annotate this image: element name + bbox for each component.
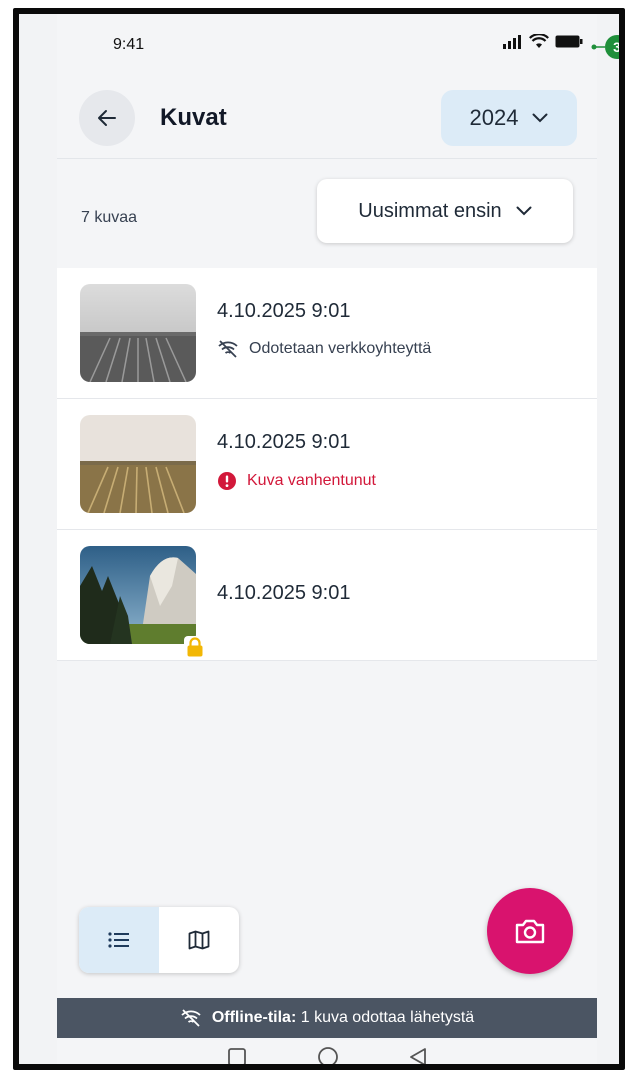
chevron-down-icon xyxy=(516,206,532,216)
list-icon xyxy=(108,932,129,948)
photo-thumbnail xyxy=(80,415,196,513)
offline-banner: Offline-tila: 1 kuva odottaa lähetystä xyxy=(57,998,597,1038)
battery-icon xyxy=(555,35,583,48)
photo-list: 4.10.2025 9:01 Odotetaan verkkoyhteyttä xyxy=(57,268,597,661)
photo-status-text: Kuva vanhentunut xyxy=(247,472,376,489)
recents-icon[interactable] xyxy=(227,1047,247,1067)
map-view-button[interactable] xyxy=(159,907,239,973)
camera-icon xyxy=(515,919,545,944)
list-view-button[interactable] xyxy=(79,907,159,973)
photo-count: 7 kuvaa xyxy=(81,209,138,226)
list-item[interactable]: 4.10.2025 9:01 Odotetaan verkkoyhteyttä xyxy=(57,268,597,399)
notification-badge: 3 xyxy=(591,34,621,65)
lock-icon xyxy=(187,637,203,657)
page-title: Kuvat xyxy=(160,104,227,131)
wifi-off-icon xyxy=(218,340,238,358)
photo-date: 4.10.2025 9:01 xyxy=(217,300,351,322)
system-nav-bar xyxy=(57,1038,597,1068)
wifi-off-icon xyxy=(181,1009,201,1027)
signal-icon xyxy=(503,34,521,49)
photo-thumbnail xyxy=(80,546,196,644)
year-selector[interactable]: 2024 xyxy=(441,90,577,146)
list-item[interactable]: 4.10.2025 9:01 Kuva vanhentunut xyxy=(57,399,597,530)
photo-date: 4.10.2025 9:01 xyxy=(217,582,351,604)
status-time: 9:41 xyxy=(113,36,145,53)
notification-count: 3 xyxy=(613,39,621,55)
photo-date: 4.10.2025 9:01 xyxy=(217,431,351,453)
chevron-down-icon xyxy=(532,113,548,123)
app-screen: 9:41 Kuvat 2024 7 kuvaa Uusimmat ensin 4… xyxy=(57,14,597,1064)
wifi-icon xyxy=(529,34,549,48)
status-bar: 9:41 xyxy=(57,14,597,76)
list-item[interactable]: 4.10.2025 9:01 xyxy=(57,530,597,661)
back-button[interactable] xyxy=(79,90,135,146)
error-icon xyxy=(218,472,236,490)
offline-text: 1 kuva odottaa lähetystä xyxy=(300,1009,475,1026)
status-icons xyxy=(503,34,583,49)
photo-status: Kuva vanhentunut xyxy=(217,471,376,491)
view-toggle xyxy=(79,907,239,973)
sort-label: Uusimmat ensin xyxy=(358,199,502,222)
photo-status: Odotetaan verkkoyhteyttä xyxy=(217,340,431,358)
map-icon xyxy=(188,930,210,950)
photo-status-text: Odotetaan verkkoyhteyttä xyxy=(249,340,432,357)
lock-badge xyxy=(184,636,206,658)
back-nav-icon[interactable] xyxy=(409,1047,427,1067)
sort-dropdown[interactable]: Uusimmat ensin xyxy=(317,179,573,243)
offline-label: Offline-tila: xyxy=(211,1009,297,1026)
home-icon[interactable] xyxy=(317,1046,339,1068)
phone-frame: 9:41 Kuvat 2024 7 kuvaa Uusimmat ensin 4… xyxy=(13,8,625,1070)
app-bar: Kuvat 2024 xyxy=(57,76,597,159)
arrow-left-icon xyxy=(98,110,116,126)
camera-button[interactable] xyxy=(487,888,573,974)
photo-thumbnail xyxy=(80,284,196,382)
year-label: 2024 xyxy=(469,105,519,130)
list-toolbar: 7 kuvaa Uusimmat ensin xyxy=(57,159,597,265)
